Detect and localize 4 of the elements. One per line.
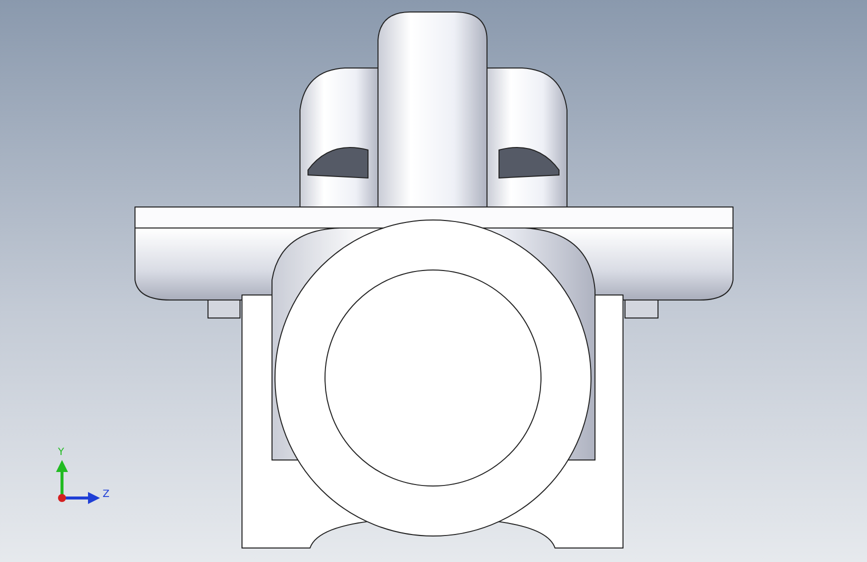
axis-label: Z xyxy=(102,489,110,500)
origin-dot xyxy=(58,494,66,502)
graphics-viewport[interactable]: Y Z xyxy=(0,0,867,562)
axis-label: Y xyxy=(58,447,64,458)
